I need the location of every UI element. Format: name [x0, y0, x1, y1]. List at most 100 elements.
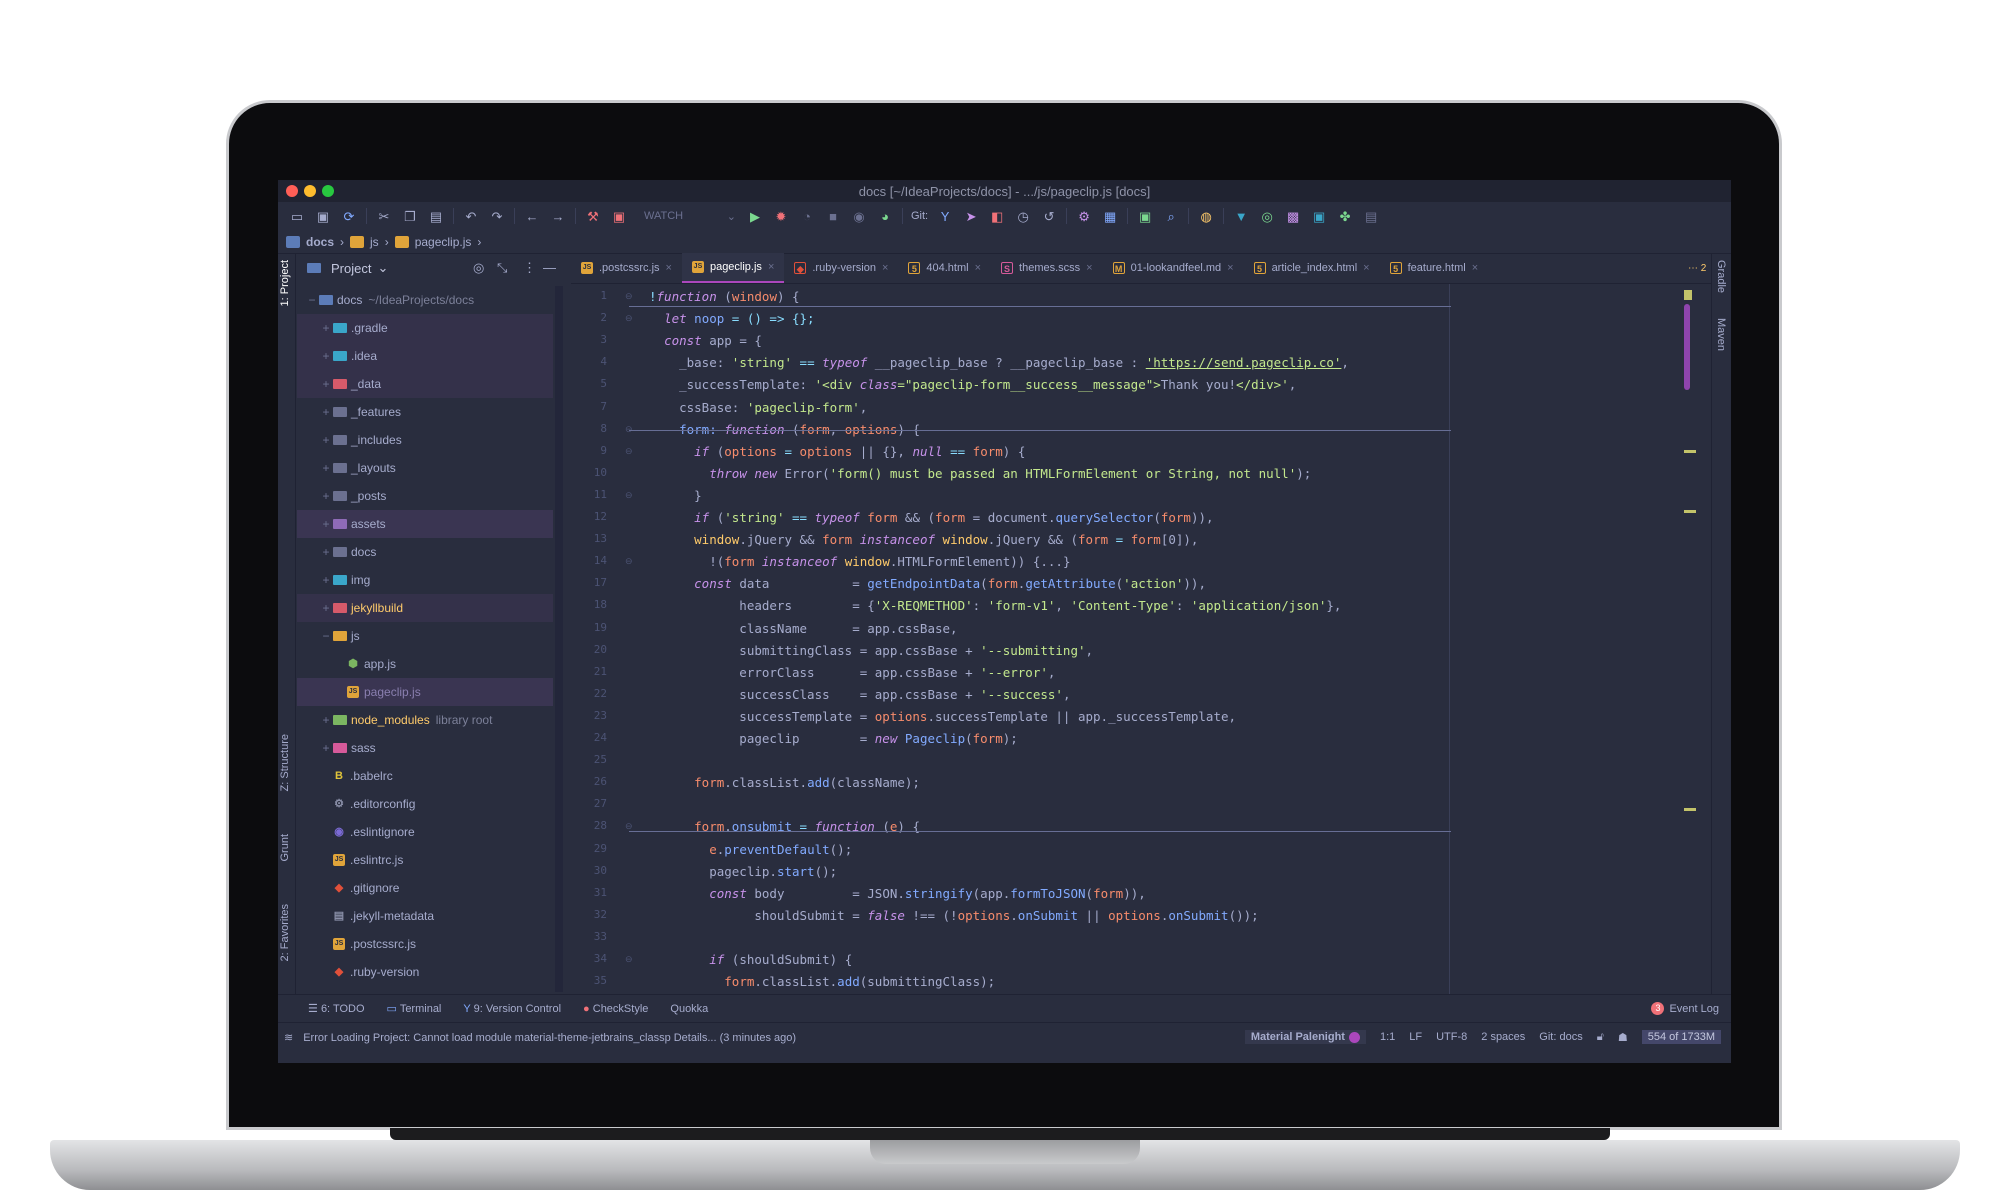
editor-tab[interactable]: 5 article_index.html × [1244, 253, 1380, 283]
layers-icon[interactable]: ≋ [284, 1031, 293, 1044]
more-options-icon[interactable]: ⋮ [523, 260, 536, 276]
back-icon[interactable]: ← [519, 205, 545, 227]
fold-icon[interactable]: ⊖ [625, 446, 633, 457]
code-line[interactable]: const app = { [649, 330, 762, 351]
code-line[interactable]: form.classList.add(submittingClass); [649, 971, 995, 992]
collapse-icon[interactable]: − [319, 629, 333, 643]
code-line[interactable]: if ('string' == typeof form && (form = d… [649, 507, 1213, 528]
run-icon[interactable]: ▶ [742, 205, 768, 227]
editor-tab[interactable]: 5 404.html × [898, 253, 991, 283]
revert-icon[interactable]: ↺ [1036, 205, 1062, 227]
tree-item[interactable]: + assets [297, 510, 553, 538]
tree-item[interactable]: ⬢ app.js [297, 650, 553, 678]
version-control-tool[interactable]: Y 9: Version Control [463, 1003, 561, 1015]
code-line[interactable]: successTemplate = options.successTemplat… [649, 706, 1236, 727]
tree-item[interactable]: B .babelrc [297, 762, 553, 790]
theme-widget[interactable]: Material Palenight [1244, 1030, 1366, 1044]
terminal-tool[interactable]: ▭ Terminal [387, 1002, 442, 1015]
tree-item[interactable]: + docs [297, 538, 553, 566]
web-icon[interactable]: ◍ [1193, 205, 1219, 227]
code-line[interactable]: throw new Error('form() must be passed a… [649, 463, 1311, 484]
expand-icon[interactable]: + [319, 405, 333, 419]
coverage-icon[interactable]: ◔ [794, 205, 820, 227]
fold-icon[interactable]: ⊖ [625, 954, 633, 965]
code-line[interactable]: successClass = app.cssBase + '--success'… [649, 684, 1070, 705]
editor-tab[interactable]: JS pageclip.js × [681, 253, 785, 283]
target-icon[interactable]: ◎ [1254, 205, 1280, 227]
debug-icon[interactable]: ✹ [768, 205, 794, 227]
collapse-icon[interactable]: − [305, 293, 319, 307]
code-line[interactable]: pageclip.start(); [649, 861, 837, 882]
tree-item[interactable]: JS .postcssrc.js [297, 930, 553, 958]
profile-icon[interactable]: ◉ [846, 205, 872, 227]
hide-panel-icon[interactable]: — [543, 260, 556, 275]
tree-item[interactable]: − js [297, 622, 553, 650]
cut-icon[interactable]: ✂ [371, 205, 397, 227]
tree-item[interactable]: + _includes [297, 426, 553, 454]
editor-tab[interactable]: M 01-lookandfeel.md × [1103, 253, 1244, 283]
tree-item[interactable]: + node_modules library root [297, 706, 553, 734]
vue-icon[interactable]: ▼ [1228, 205, 1254, 227]
expand-icon[interactable]: + [319, 573, 333, 587]
code-line[interactable]: const body = JSON.stringify(app.formToJS… [649, 883, 1146, 904]
status-message[interactable]: Error Loading Project: Cannot load modul… [303, 1032, 796, 1044]
tool-tab-project[interactable]: 1: Project [279, 260, 291, 306]
chrome-icon[interactable]: ◕ [872, 205, 898, 227]
forward-icon[interactable]: → [545, 205, 571, 227]
code-line[interactable]: let noop = () => {}; [649, 308, 815, 329]
locate-icon[interactable]: ◎ [473, 260, 484, 276]
inspector-icon[interactable]: ☗ [1618, 1031, 1628, 1044]
close-icon[interactable]: × [882, 262, 888, 274]
editor-tab[interactable]: JS .postcssrc.js × [571, 253, 682, 283]
tree-item[interactable]: JS pageclip.js [297, 678, 553, 706]
warning-marker[interactable] [1684, 450, 1696, 453]
tool-tab-gradle[interactable]: Gradle [1715, 260, 1727, 293]
scroll-position-bar[interactable] [1684, 304, 1690, 390]
warning-marker[interactable] [1684, 808, 1696, 811]
tree-item[interactable]: ◆ .ruby-version [297, 958, 553, 986]
close-icon[interactable]: × [975, 262, 981, 274]
terminal-icon[interactable]: ▣ [1132, 205, 1158, 227]
close-icon[interactable]: × [768, 261, 774, 273]
collapse-icon[interactable]: ⤡ [497, 260, 507, 276]
palette-icon[interactable]: ▩ [1280, 205, 1306, 227]
tree-item[interactable]: + .gradle [297, 314, 553, 342]
expand-icon[interactable]: + [319, 433, 333, 447]
breadcrumb-item[interactable]: js [370, 235, 379, 249]
fold-icon[interactable]: ⊖ [625, 313, 633, 324]
lock-icon[interactable]: 🔓︎ [1597, 1031, 1604, 1044]
code-line[interactable]: shouldSubmit = false !== (!options.onSub… [649, 905, 1258, 926]
breadcrumb-item[interactable]: docs [306, 235, 334, 249]
project-view-select[interactable]: Project [331, 261, 371, 276]
run-config-select[interactable]: WATCH ⌄ [632, 206, 742, 226]
checkstyle-tool[interactable]: ● CheckStyle [583, 1003, 648, 1015]
tree-item[interactable]: + sass [297, 734, 553, 762]
close-icon[interactable]: × [1363, 262, 1369, 274]
quokka-tool[interactable]: Quokka [670, 1003, 708, 1015]
todo-tool[interactable]: ☰ 6: TODO [308, 1002, 365, 1015]
tool-tab-favorites[interactable]: 2: Favorites [279, 904, 291, 961]
config-icon[interactable]: ▣ [606, 205, 632, 227]
expand-icon[interactable]: + [319, 349, 333, 363]
expand-icon[interactable]: + [319, 461, 333, 475]
tree-item[interactable]: + jekyllbuild [297, 594, 553, 622]
tree-item[interactable]: + _data [297, 370, 553, 398]
tree-item[interactable]: JS .eslintrc.js [297, 846, 553, 874]
code-line[interactable]: } [649, 485, 702, 506]
history-icon[interactable]: ◷ [1010, 205, 1036, 227]
expand-icon[interactable]: + [319, 489, 333, 503]
undo-icon[interactable]: ↶ [458, 205, 484, 227]
editor-tab[interactable]: Sthemes.scss × [991, 253, 1103, 283]
tree-item[interactable]: + .idea [297, 342, 553, 370]
tree-item[interactable]: − docs ~/IdeaProjects/docs [297, 286, 553, 314]
copy-icon[interactable]: ❐ [397, 205, 423, 227]
close-icon[interactable]: × [666, 262, 672, 274]
warning-marker[interactable] [1684, 510, 1696, 513]
git-push-icon[interactable]: ➤ [958, 205, 984, 227]
editor-tab[interactable]: 5 feature.html × [1380, 253, 1489, 283]
chevron-down-icon[interactable]: ⌄ [377, 260, 388, 276]
tree-item[interactable]: + _features [297, 398, 553, 426]
editor-tab[interactable]: ◆ .ruby-version × [784, 253, 898, 283]
tool-tab-maven[interactable]: Maven [1715, 318, 1727, 351]
fold-icon[interactable]: ⊖ [625, 291, 633, 302]
